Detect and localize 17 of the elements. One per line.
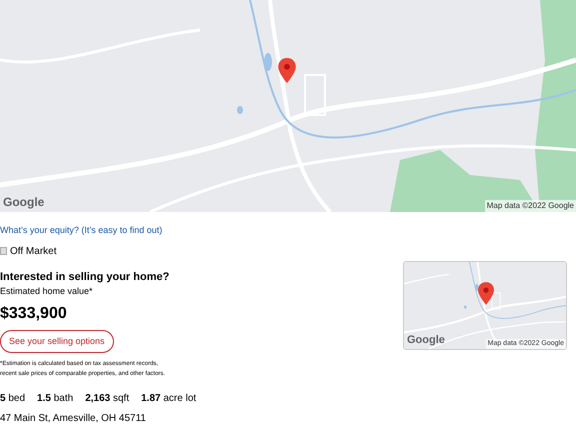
fact: 1.5 bath (37, 392, 74, 406)
equity-link[interactable]: What’s your equity? (It’s easy to find out) (0, 224, 390, 238)
selling-options-button[interactable]: See your selling options (0, 330, 114, 353)
map-pin-icon (278, 58, 296, 83)
status-checkbox[interactable] (0, 247, 7, 255)
status-label: Off Market (10, 244, 56, 258)
map-logo: Google (3, 194, 44, 211)
selling-heading: Interested in selling your home? (0, 270, 170, 284)
value-label: Estimated home value* (0, 285, 94, 298)
map-logo: Google (407, 332, 445, 348)
fact: 1.87 acre lot (141, 392, 196, 406)
address: 47 Main St, Amesville, OH 45711 (0, 412, 147, 426)
fact: 5 bed (0, 392, 26, 406)
map-pin-icon (478, 282, 494, 305)
home-value: $333,900 (0, 304, 68, 324)
fact: 2,163 sqft (85, 392, 130, 406)
map-attribution: Map data ©2022 Google (484, 200, 576, 212)
